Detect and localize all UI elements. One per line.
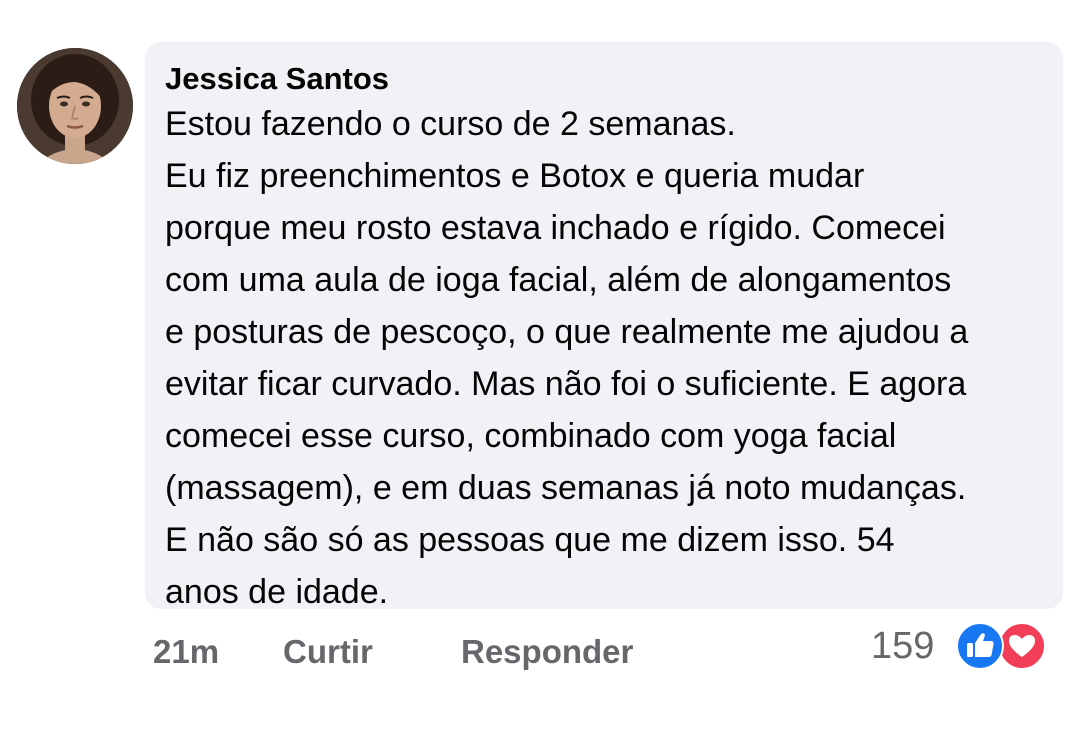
comment-line: com uma aula de ioga facial, além de alo… [165,261,952,299]
reaction-summary[interactable] [956,622,1048,670]
comment-line: Eu fiz preenchimentos e Botox e queria m… [165,157,865,195]
comment-line: anos de idade. [165,573,389,611]
comment-bubble: Jessica Santos Estou fazendo o curso de … [145,42,1063,611]
comment-line: e posturas de pescoço, o que realmente m… [165,313,969,351]
comment-line: evitar ficar curvado. Mas não foi o sufi… [165,365,967,403]
reply-button[interactable]: Responder [461,628,633,676]
like-icon [956,622,1004,670]
love-icon [998,622,1046,670]
comment-line: comecei esse curso, combinado com yoga f… [165,417,897,455]
comment-text: Estou fazendo o curso de 2 semanas. Eu f… [165,98,1043,618]
comment-line: Estou fazendo o curso de 2 semanas. [165,105,736,143]
comment-line: E não são só as pessoas que me dizem iss… [165,521,895,559]
avatar[interactable] [17,48,133,164]
comment-line: (massagem), e em duas semanas já noto mu… [165,469,967,507]
avatar-image [17,48,133,164]
like-button[interactable]: Curtir [283,628,373,676]
comment-line: porque meu rosto estava inchado e rígido… [165,209,946,247]
comment-timestamp[interactable]: 21m [153,628,219,676]
comment-actions: 21m Curtir Responder 159 [0,620,1080,684]
reaction-count[interactable]: 159 [871,620,934,672]
